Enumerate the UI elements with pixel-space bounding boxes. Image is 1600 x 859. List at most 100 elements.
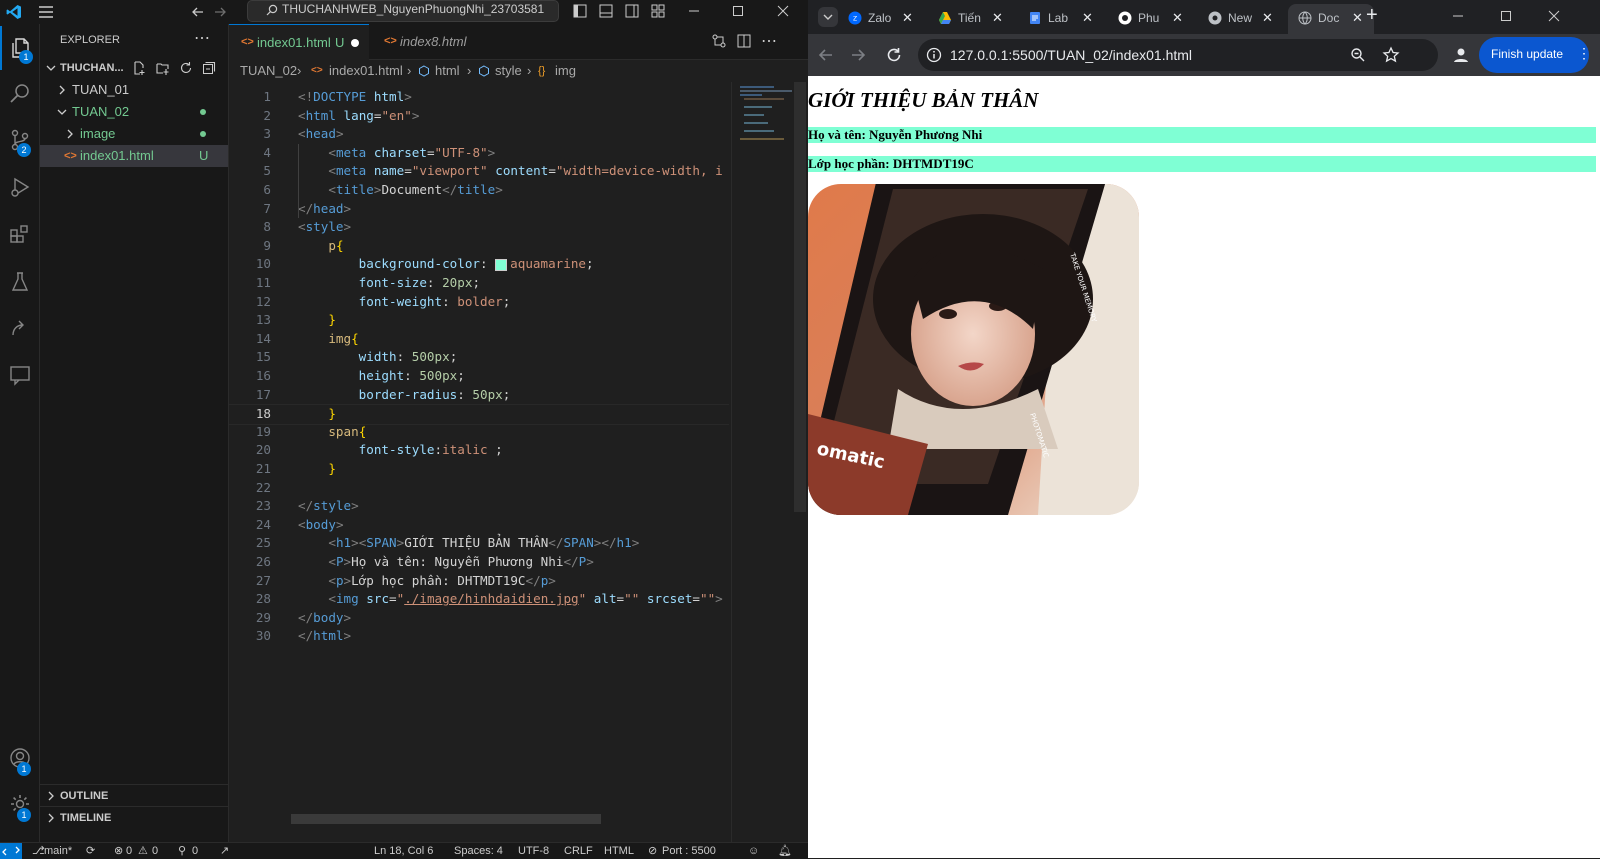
remote-indicator-icon[interactable] [0, 843, 22, 859]
chrome-minimize-icon[interactable] [1450, 8, 1466, 24]
refresh-icon[interactable] [179, 61, 193, 75]
code-line[interactable]: 19 span{ [229, 423, 729, 442]
code-line[interactable]: 18 } [229, 404, 729, 425]
code-line[interactable]: 23 </style> [229, 497, 729, 516]
code-area[interactable]: 1 <!DOCTYPE html> 2 <html lang="en"> 3 <head>… [229, 80, 729, 820]
code-line[interactable]: 26 <P>Họ và tên: Nguyễn Phương Nhi</P> [229, 553, 729, 572]
toggle-sidebar-icon[interactable] [572, 3, 588, 19]
code-line[interactable]: 3 <head> [229, 125, 729, 144]
site-info-icon[interactable] [926, 47, 942, 63]
breadcrumb-item[interactable]: img [555, 60, 576, 82]
code-line[interactable]: 10 background-color: aquamarine; [229, 255, 729, 274]
horizontal-scrollbar[interactable] [291, 814, 601, 824]
code-line[interactable]: 7 </head> [229, 200, 729, 219]
zoom-icon[interactable] [1350, 47, 1366, 63]
address-bar[interactable]: 127.0.0.1:5500/TUAN_02/index01.html [918, 39, 1438, 71]
live-share-icon[interactable]: ↗ [220, 843, 229, 859]
remote-explorer-icon[interactable] [0, 307, 39, 351]
collapse-all-icon[interactable] [202, 61, 216, 75]
tab-index8[interactable]: <> index8.html [370, 24, 490, 59]
code-line[interactable]: 5 <meta name="viewport" content="width=d… [229, 162, 729, 181]
breadcrumb-item[interactable]: html [435, 60, 460, 82]
color-swatch[interactable] [495, 258, 508, 271]
accounts-icon[interactable]: 1 [0, 736, 39, 780]
ports-count[interactable]: 0 [192, 843, 198, 859]
search-view-icon[interactable] [0, 72, 39, 116]
sync-icon[interactable]: ⟳ [86, 843, 95, 859]
extensions-icon[interactable] [0, 212, 39, 256]
command-center[interactable]: THUCHANHWEB_NguyenPhuongNhi_23703581 [247, 0, 559, 22]
toggle-panel-icon[interactable] [598, 3, 614, 19]
language-mode[interactable]: HTML [604, 843, 634, 859]
new-file-icon[interactable] [132, 61, 146, 75]
explorer-icon[interactable]: 1 [0, 26, 41, 70]
unsaved-dot-icon[interactable] [351, 39, 359, 47]
reload-icon[interactable] [884, 45, 904, 65]
minimap[interactable] [731, 82, 794, 842]
chrome-close-icon[interactable] [1546, 8, 1562, 24]
warnings-count[interactable]: 0 [152, 843, 158, 859]
browser-tab[interactable]: Tiến ✕ [928, 4, 1014, 32]
breadcrumb-item[interactable]: style [495, 60, 522, 82]
finish-update-button[interactable]: Finish update ⋮ [1479, 37, 1591, 73]
tree-item-image[interactable]: image [40, 123, 228, 145]
new-tab-icon[interactable]: + [1366, 4, 1378, 27]
code-line[interactable]: 20 font-style:italic ; [229, 441, 729, 460]
code-line[interactable]: 11 font-size: 20px; [229, 274, 729, 293]
back-arrow-icon[interactable] [816, 45, 836, 65]
new-folder-icon[interactable] [156, 61, 170, 75]
maximize-icon[interactable] [730, 3, 746, 19]
minimize-icon[interactable] [686, 3, 702, 19]
browser-tab[interactable]: Z Zalo ✕ [838, 4, 924, 32]
encoding[interactable]: UTF-8 [518, 843, 549, 859]
back-arrow-icon[interactable] [190, 4, 206, 20]
code-line[interactable]: 22 [229, 479, 729, 498]
breadcrumb-item[interactable]: TUAN_02 [240, 60, 297, 82]
line-endings[interactable]: CRLF [564, 843, 593, 859]
code-line[interactable]: 1 <!DOCTYPE html> [229, 88, 729, 107]
source-control-icon[interactable]: 2 [0, 118, 39, 162]
testing-icon[interactable] [0, 260, 39, 304]
code-line[interactable]: 16 height: 500px; [229, 367, 729, 386]
browser-tab[interactable]: Doc ✕ [1288, 4, 1374, 34]
close-icon[interactable] [775, 3, 791, 19]
forward-arrow-icon[interactable] [848, 45, 868, 65]
tree-item-tuan01[interactable]: TUAN_01 [40, 79, 228, 101]
cursor-position[interactable]: Ln 18, Col 6 [374, 843, 433, 859]
code-line[interactable]: 27 <p>Lớp học phần: DHTMDT19C</p> [229, 572, 729, 591]
toggle-secondary-sidebar-icon[interactable] [624, 3, 640, 19]
vertical-scrollbar[interactable] [794, 82, 806, 512]
code-line[interactable]: 24 <body> [229, 516, 729, 535]
breadcrumb-item[interactable]: index01.html [329, 60, 403, 82]
code-line[interactable]: 21 } [229, 460, 729, 479]
code-line[interactable]: 8 <style> [229, 218, 729, 237]
browser-tab[interactable]: Lab ✕ [1018, 4, 1104, 32]
code-line[interactable]: 9 p{ [229, 237, 729, 256]
forward-arrow-icon[interactable] [212, 4, 228, 20]
code-line[interactable]: 6 <title>Document</title> [229, 181, 729, 200]
problems-count[interactable]: 0 [126, 843, 132, 859]
tab-close-icon[interactable]: ✕ [1262, 4, 1273, 32]
tab-close-icon[interactable]: ✕ [1082, 4, 1093, 32]
code-line[interactable]: 2 <html lang="en"> [229, 107, 729, 126]
notifications-icon[interactable]: 🔔︎ [778, 843, 792, 859]
compare-changes-icon[interactable] [711, 33, 727, 49]
explorer-more-icon[interactable]: ⋯ [194, 28, 210, 48]
tree-item-tuan02[interactable]: TUAN_02 [40, 101, 228, 123]
outline-section[interactable]: OUTLINE [40, 784, 228, 807]
code-line[interactable]: 15 width: 500px; [229, 348, 729, 367]
timeline-section[interactable]: TIMELINE [40, 806, 228, 829]
tab-close-icon[interactable]: ✕ [992, 4, 1003, 32]
manage-gear-icon[interactable]: 1 [0, 782, 39, 826]
kebab-menu-icon[interactable]: ⋮ [1577, 45, 1591, 62]
code-line[interactable]: 14 img{ [229, 330, 729, 349]
bookmark-star-icon[interactable] [1382, 46, 1400, 64]
menu-icon[interactable] [36, 2, 56, 22]
browser-tab[interactable]: Phu ✕ [1108, 4, 1194, 32]
code-line[interactable]: 30 </html> [229, 627, 729, 646]
profile-avatar-icon[interactable] [1451, 45, 1471, 65]
code-line[interactable]: 17 border-radius: 50px; [229, 386, 729, 405]
branch-name[interactable]: main* [44, 843, 72, 859]
tab-index01[interactable]: <> index01.html U [229, 24, 369, 60]
workspace-root[interactable]: THUCHAN... [40, 57, 228, 79]
